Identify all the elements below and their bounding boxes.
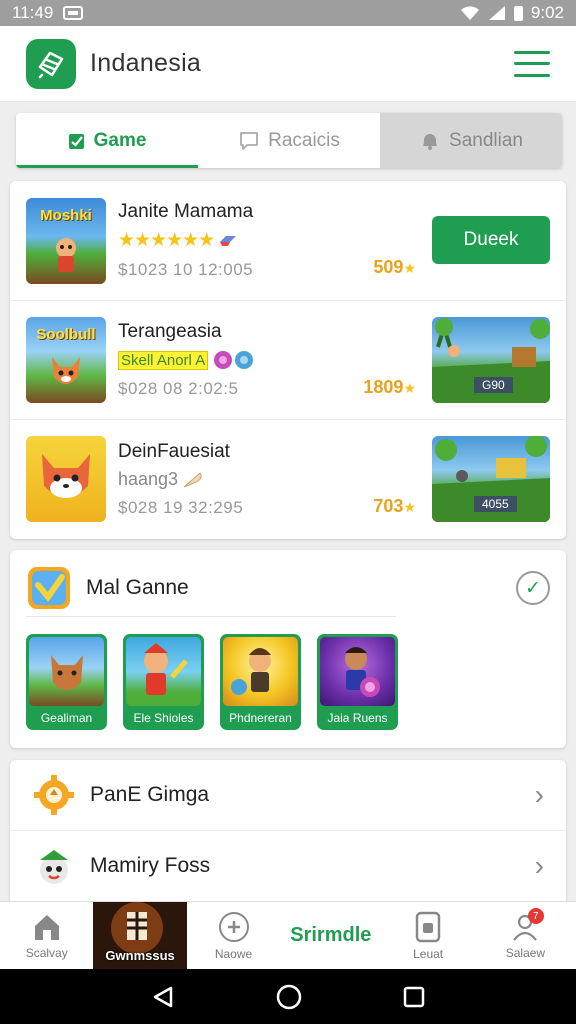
status-time-right: 9:02 — [530, 3, 564, 22]
system-nav-bar — [0, 969, 576, 1024]
chevron-right-icon: › — [534, 779, 544, 810]
game-tile-label: Ele Shioles — [133, 711, 194, 725]
chat-icon — [240, 131, 258, 150]
game-thumbnail: Moshki — [26, 197, 106, 284]
shield-icon — [28, 567, 70, 609]
nav-scalvay[interactable]: Scalvay — [0, 902, 93, 969]
coin-count: 509★ — [373, 257, 416, 277]
notification-badge: 7 — [527, 908, 544, 924]
nav-label: Leuat — [413, 946, 444, 961]
back-icon[interactable] — [151, 985, 175, 1009]
nav-brand[interactable]: Srirmdle — [280, 902, 381, 969]
home-circle-icon[interactable] — [276, 984, 302, 1010]
tab-label: Racaicis — [268, 129, 340, 151]
candy-icon — [214, 351, 254, 369]
tab-sandlian[interactable]: Sandlian — [380, 113, 562, 168]
gear-icon — [34, 775, 74, 815]
game-tile[interactable]: Gealiman — [26, 634, 107, 730]
brand-label: Srirmdle — [290, 924, 372, 946]
feather-icon — [183, 472, 202, 488]
add-circle-icon — [218, 911, 249, 942]
coin-icon: ★ — [403, 499, 416, 515]
signal-icon — [488, 6, 505, 20]
gem-icon — [220, 235, 237, 246]
nav-salaew[interactable]: Salaew 7 — [475, 902, 576, 969]
featured-games-card: Moshki Janite Mamama ★★★★★★ $1023 10 12:… — [10, 181, 566, 539]
tab-bar: Game Racaicis Sandlian — [16, 113, 562, 168]
tab-label: Game — [93, 129, 147, 151]
game-thumbnail — [26, 436, 106, 522]
nav-label: Salaew — [505, 945, 546, 960]
game-tile-label: Phdnereran — [229, 711, 292, 725]
wifi-icon — [460, 6, 479, 20]
list-item-label: Mamiry Foss — [90, 853, 211, 877]
nav-label: Scalvay — [25, 945, 68, 960]
mal-ganne-card: Mal Ganne ✓ Gealiman Ele Shioles Phdnere… — [10, 550, 566, 748]
game-preview[interactable]: G90 — [432, 317, 550, 403]
coin-icon: ★ — [403, 260, 416, 276]
preview-label: G90 — [474, 377, 513, 393]
game-carousel: Gealiman Ele Shioles Phdnereran Jaia Rue… — [26, 634, 398, 730]
game-tile-label: Jaia Ruens — [327, 711, 388, 725]
game-tile-label: Gealiman — [40, 711, 93, 725]
thumbnail-title: Soolbull — [36, 326, 96, 343]
tab-racaicis[interactable]: Racaicis — [198, 113, 380, 168]
game-row[interactable]: Soolbull Terangeasia Skell Anorl A $028 … — [10, 300, 566, 419]
lock-icon — [415, 911, 441, 942]
list-item-label: PanE Gimga — [90, 783, 210, 806]
nav-naowe[interactable]: Naowe — [187, 902, 280, 969]
home-icon — [34, 914, 59, 940]
nav-leuat[interactable]: Leuat — [381, 902, 474, 969]
game-tile[interactable]: Phdnereran — [220, 634, 301, 730]
list-item[interactable]: Mamiry Foss › — [10, 830, 566, 900]
nav-feature-label: Gwnmssus — [105, 948, 175, 963]
divider — [26, 616, 396, 617]
notification-icon — [63, 6, 84, 20]
check-icon[interactable]: ✓ — [516, 571, 550, 605]
hamburger-menu-icon[interactable] — [514, 50, 550, 77]
checkbox-icon — [68, 133, 84, 149]
status-time: 11:49 — [12, 3, 54, 22]
game-tile[interactable]: Jaia Ruens — [317, 634, 398, 730]
rating-stars: ★★★★★★ — [118, 230, 215, 251]
game-preview[interactable]: 4055 — [432, 436, 550, 522]
coin-count: 1809★ — [363, 377, 416, 397]
list-item[interactable]: PanE Gimga › — [10, 760, 566, 830]
bell-icon — [423, 133, 438, 150]
app-logo-icon[interactable] — [26, 38, 76, 89]
nav-label: Naowe — [214, 946, 253, 961]
status-bar: 11:49 9:02 — [0, 0, 576, 26]
battery-icon — [513, 5, 523, 21]
game-row[interactable]: Moshki Janite Mamama ★★★★★★ $1023 10 12:… — [10, 181, 566, 300]
app-bar: Indanesia — [0, 26, 576, 102]
game-row[interactable]: DeinFauesiat haang3 $028 19 32:295 703★ … — [10, 419, 566, 538]
section-title: Mal Ganne — [86, 576, 189, 599]
game-subtitle: haang3 — [118, 468, 179, 489]
nav-featured-game[interactable]: Gwnmssus — [93, 902, 187, 970]
recents-icon[interactable] — [403, 986, 425, 1008]
tab-label: Sandlian — [449, 129, 523, 151]
status-icons: 9:02 — [460, 3, 564, 23]
app-title: Indanesia — [90, 49, 202, 77]
game-tag: Skell Anorl A — [118, 350, 209, 370]
bottom-nav: Scalvay Gwnmssus Naowe Srirmdle Leuat Sa… — [0, 901, 576, 970]
game-tile[interactable]: Ele Shioles — [123, 634, 204, 730]
dueek-button[interactable]: Dueek — [432, 216, 550, 264]
coin-icon: ★ — [403, 380, 416, 396]
mascot-icon — [40, 849, 68, 884]
thumbnail-title: Moshki — [40, 206, 92, 224]
list-card: PanE Gimga › Mamiry Foss › — [10, 760, 566, 910]
game-thumbnail: Soolbull — [26, 317, 106, 403]
coin-count: 703★ — [373, 496, 416, 516]
tab-game[interactable]: Game — [16, 113, 198, 168]
chevron-right-icon: › — [534, 849, 544, 881]
preview-label: 4055 — [474, 496, 517, 512]
